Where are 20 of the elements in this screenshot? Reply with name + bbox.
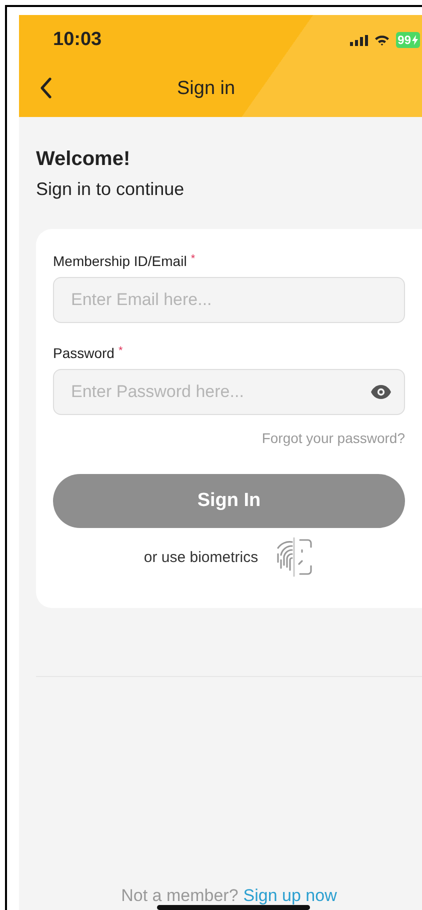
field-label: Membership ID/Email bbox=[53, 253, 187, 269]
email-field[interactable]: Enter Email here... bbox=[53, 277, 405, 323]
welcome-heading: Welcome! bbox=[36, 148, 132, 171]
welcome-subtitle: Sign in to continue bbox=[36, 179, 186, 200]
sign-up-link[interactable]: Sign up now bbox=[243, 886, 337, 906]
signup-prompt: Not a member? bbox=[121, 886, 238, 906]
required-mark: * bbox=[190, 253, 196, 265]
signal-icon bbox=[350, 34, 368, 46]
page-title: Sign in bbox=[177, 78, 236, 100]
required-mark: * bbox=[118, 345, 123, 357]
show-password-icon[interactable] bbox=[371, 385, 391, 399]
fingerprint-face-id-icon[interactable] bbox=[274, 536, 314, 578]
biometrics-text: or use biometrics bbox=[144, 548, 258, 566]
forgot-password-link[interactable]: Forgot your password? bbox=[262, 430, 405, 446]
field-label: Password bbox=[53, 345, 114, 361]
password-field[interactable]: Enter Password here... bbox=[53, 369, 405, 415]
charging-icon bbox=[412, 35, 418, 45]
battery-level: 99 bbox=[398, 33, 411, 47]
status-time: 10:03 bbox=[53, 29, 102, 51]
wifi-icon bbox=[374, 34, 390, 46]
